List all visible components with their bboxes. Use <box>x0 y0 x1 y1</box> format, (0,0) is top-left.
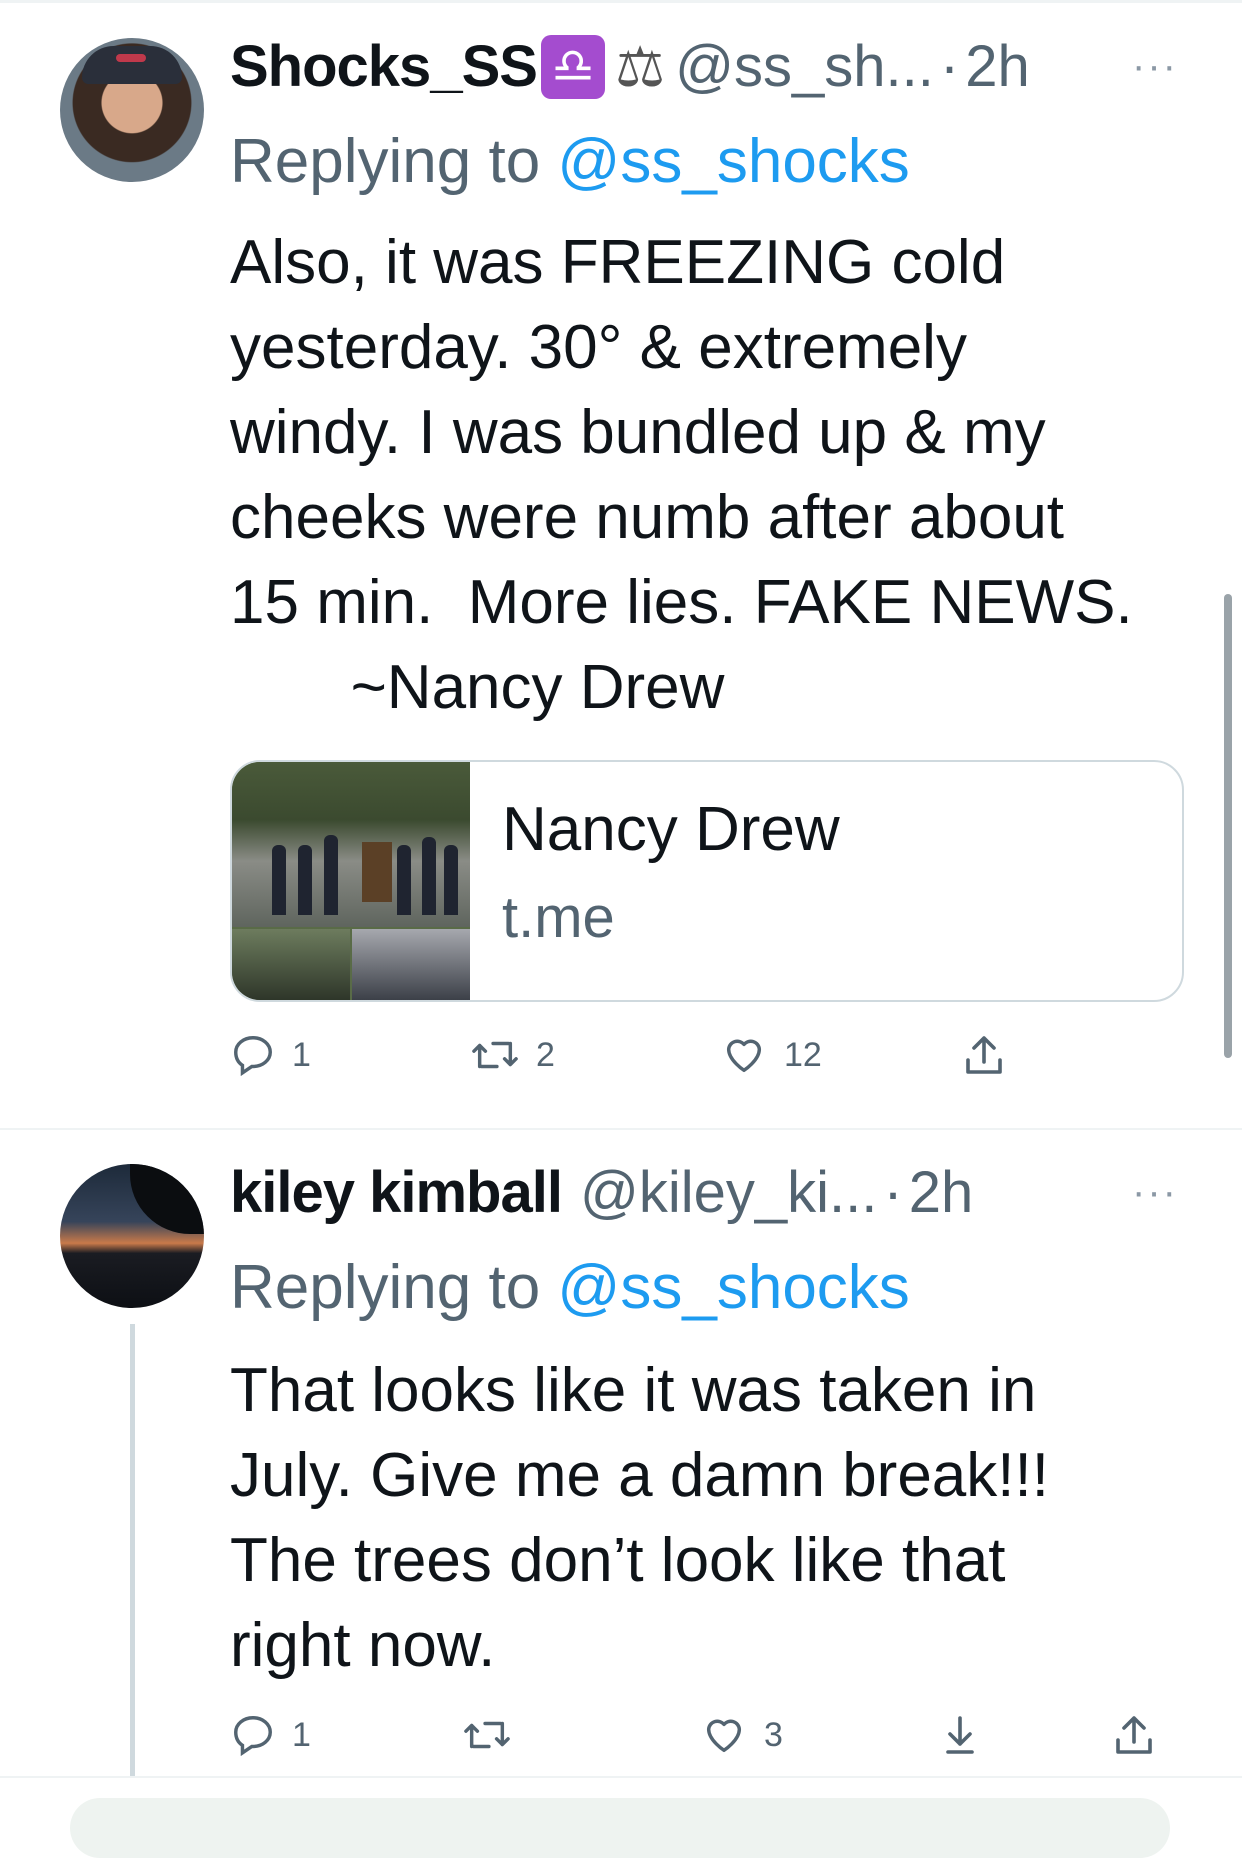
avatar[interactable] <box>60 1164 204 1308</box>
like-count: 12 <box>784 1035 822 1074</box>
separator-dot: · <box>939 34 960 99</box>
scales-emoji-icon: ⚖ <box>614 35 666 98</box>
tweet-text: Also, it was FREEZING cold yesterday. 30… <box>230 228 1133 722</box>
avatar[interactable] <box>60 38 204 182</box>
link-card-title: Nancy Drew <box>502 795 840 864</box>
retweet-count: 2 <box>536 1035 555 1074</box>
reply-icon <box>234 1036 272 1077</box>
replying-to-handle-link[interactable]: @ss_shocks <box>557 1253 909 1322</box>
share-button[interactable] <box>1110 1712 1158 1760</box>
retweet-button[interactable]: 2 <box>470 1032 555 1078</box>
like-button[interactable]: 3 <box>700 1712 783 1758</box>
retweet-icon <box>472 1041 518 1069</box>
link-card[interactable]: Nancy Drew t.me <box>230 760 1184 1002</box>
display-name[interactable]: kiley kimball <box>230 1158 563 1228</box>
user-handle[interactable]: @ss_sh... <box>675 32 934 102</box>
replying-to: Replying to @ss_shocks <box>230 122 910 202</box>
share-icon <box>966 1036 1002 1074</box>
replying-to-label: Replying to <box>230 1253 558 1322</box>
download-button[interactable] <box>936 1712 984 1760</box>
tweet-actions: 1 2 12 <box>230 1032 1190 1092</box>
tweet-actions: 1 3 <box>230 1712 1190 1772</box>
reply-count: 1 <box>292 1715 311 1754</box>
more-options-icon[interactable]: ··· <box>1132 1170 1178 1215</box>
tweet-1[interactable]: Shocks_SS ♎ ⚖ @ss_sh... · 2h ··· Replyin… <box>0 0 1242 1128</box>
separator-dot: · <box>883 1160 903 1225</box>
retweet-button[interactable] <box>462 1712 512 1758</box>
share-icon <box>1116 1716 1152 1754</box>
timestamp[interactable]: 2h <box>965 32 1030 102</box>
tweet-header: Shocks_SS ♎ ⚖ @ss_sh... · 2h <box>230 32 1030 103</box>
replying-to-handle-link[interactable]: @ss_shocks <box>557 127 909 196</box>
replying-to: Replying to @ss_shocks <box>230 1248 910 1328</box>
user-handle[interactable]: @kiley_ki... <box>580 1158 877 1228</box>
download-icon <box>946 1716 974 1754</box>
replying-to-label: Replying to <box>230 127 558 196</box>
link-card-domain: t.me <box>502 885 615 950</box>
reply-count: 1 <box>292 1035 311 1074</box>
thread-line <box>130 1324 135 1778</box>
reply-icon <box>234 1716 272 1757</box>
reply-button[interactable]: 1 <box>230 1032 311 1078</box>
tweet-divider <box>0 1776 1242 1778</box>
timestamp[interactable]: 2h <box>909 1158 974 1228</box>
heart-icon <box>706 1719 742 1753</box>
reply-composer-bar[interactable] <box>70 1798 1170 1858</box>
share-button[interactable] <box>960 1032 1008 1080</box>
more-options-icon[interactable]: ··· <box>1132 44 1178 89</box>
tweet-header: kiley kimball @kiley_ki... · 2h <box>230 1158 973 1228</box>
heart-icon <box>726 1039 762 1073</box>
libra-emoji-icon: ♎ <box>540 35 605 99</box>
link-card-thumbnail <box>232 762 470 1000</box>
scrollbar[interactable] <box>1224 594 1232 1058</box>
tweet-divider <box>0 1128 1242 1130</box>
display-name[interactable]: Shocks_SS <box>230 32 538 102</box>
retweet-icon <box>464 1721 510 1749</box>
like-button[interactable]: 12 <box>720 1032 822 1078</box>
reply-button[interactable]: 1 <box>230 1712 311 1758</box>
like-count: 3 <box>764 1715 783 1754</box>
tweet-text: That looks like it was taken in July. Gi… <box>230 1356 1049 1680</box>
